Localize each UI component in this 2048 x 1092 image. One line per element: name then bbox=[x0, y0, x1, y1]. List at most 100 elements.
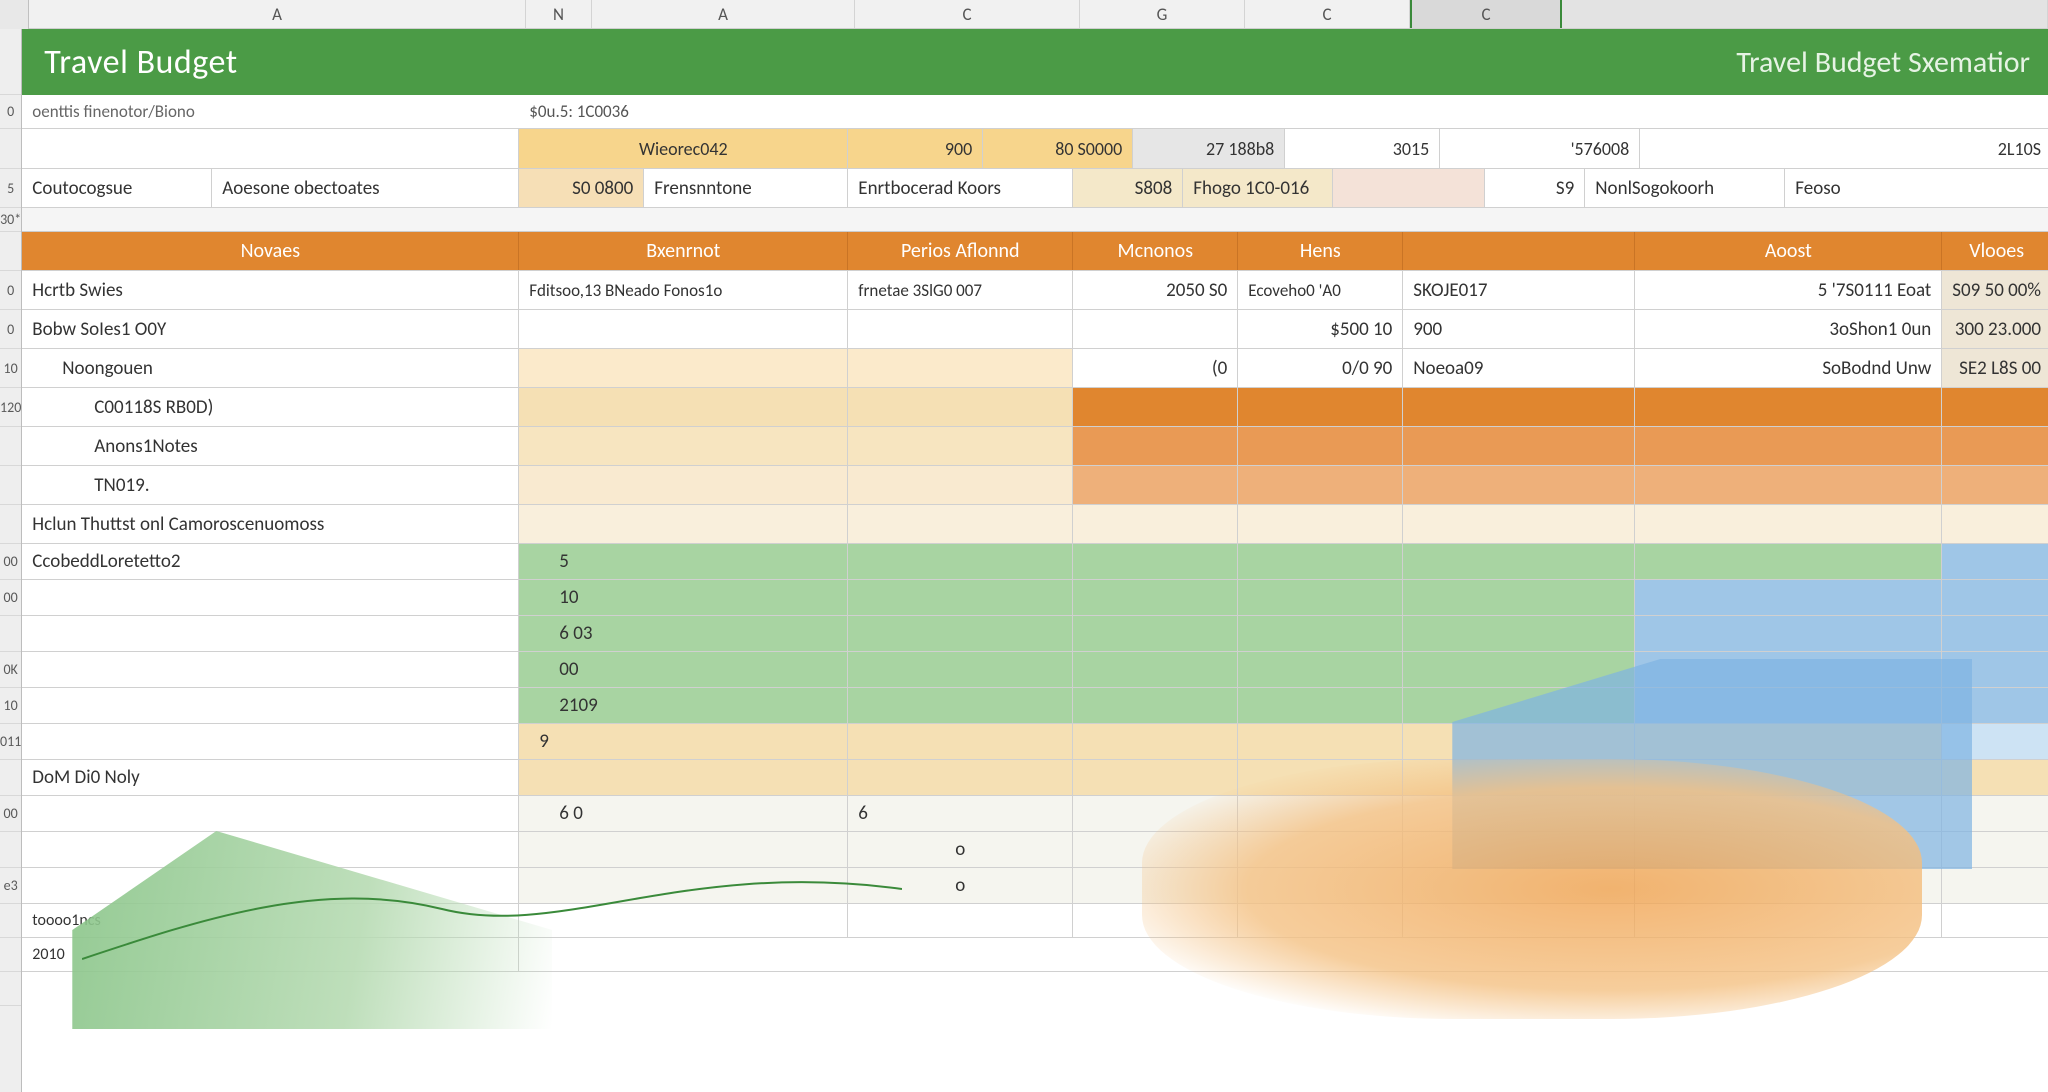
th-col8[interactable]: Vlooes bbox=[1942, 232, 2048, 270]
cell[interactable] bbox=[848, 505, 1073, 543]
cell[interactable] bbox=[1073, 760, 1238, 795]
cell[interactable]: 9 bbox=[519, 724, 848, 759]
cell[interactable]: Anons1Notes bbox=[22, 427, 519, 465]
row-header[interactable]: 5 bbox=[0, 169, 21, 208]
cell[interactable] bbox=[1942, 652, 2048, 687]
cell[interactable] bbox=[1403, 388, 1635, 426]
col-header-F[interactable]: C bbox=[1245, 0, 1410, 28]
cell[interactable] bbox=[1238, 616, 1403, 651]
cell[interactable] bbox=[1403, 904, 1635, 937]
cell[interactable]: S09 50 00% bbox=[1942, 271, 2048, 309]
label-e[interactable]: Enrtbocerad Koors bbox=[848, 169, 1073, 207]
th-col3[interactable]: Perios Aflonnd bbox=[848, 232, 1073, 270]
cell[interactable] bbox=[848, 466, 1073, 504]
cell[interactable] bbox=[519, 349, 848, 387]
row-header[interactable] bbox=[0, 832, 21, 868]
meta-left[interactable]: oenttis finenotor/Biono bbox=[22, 95, 519, 128]
th-col2[interactable]: Bxenrnot bbox=[519, 232, 848, 270]
cell[interactable] bbox=[848, 95, 2048, 128]
cell[interactable] bbox=[848, 652, 1073, 687]
cell[interactable]: (0 bbox=[1073, 349, 1238, 387]
cell[interactable] bbox=[1238, 580, 1403, 615]
cell[interactable]: 2109 bbox=[519, 688, 848, 723]
th-col7[interactable]: Aoost bbox=[1635, 232, 1942, 270]
cell[interactable] bbox=[1238, 688, 1403, 723]
col-header-G[interactable]: C bbox=[1410, 0, 1562, 28]
cell[interactable] bbox=[1238, 544, 1403, 579]
cell[interactable] bbox=[1073, 616, 1238, 651]
cell[interactable]: Noongouen bbox=[22, 349, 519, 387]
cell[interactable] bbox=[848, 688, 1073, 723]
label-d[interactable]: Frensnntone bbox=[644, 169, 848, 207]
label-b[interactable]: Aoesone obectoates bbox=[212, 169, 519, 207]
cell[interactable] bbox=[1073, 796, 1238, 831]
cell[interactable] bbox=[1635, 388, 1942, 426]
cell[interactable] bbox=[1073, 688, 1238, 723]
cell[interactable] bbox=[848, 616, 1073, 651]
cell[interactable]: 3oShon1 0un bbox=[1635, 310, 1942, 348]
row-header[interactable]: 120 bbox=[0, 388, 21, 427]
cell[interactable] bbox=[1942, 796, 2048, 831]
cell[interactable] bbox=[1238, 505, 1403, 543]
cell[interactable] bbox=[1403, 724, 1635, 759]
th-col4[interactable]: Mcnonos bbox=[1073, 232, 1238, 270]
cell[interactable] bbox=[1073, 904, 1238, 937]
cell[interactable] bbox=[1403, 427, 1635, 465]
cell[interactable] bbox=[1403, 544, 1635, 579]
cell[interactable] bbox=[1942, 724, 2048, 759]
cell[interactable] bbox=[1942, 505, 2048, 543]
cell[interactable] bbox=[1238, 724, 1403, 759]
cell[interactable] bbox=[1942, 580, 2048, 615]
cell[interactable]: 5 bbox=[519, 544, 848, 579]
row-header[interactable] bbox=[0, 232, 21, 271]
cell[interactable] bbox=[1403, 868, 1635, 903]
select-all-corner[interactable] bbox=[0, 0, 29, 29]
cell[interactable] bbox=[1238, 832, 1403, 867]
cell[interactable] bbox=[519, 388, 848, 426]
cell[interactable] bbox=[1942, 544, 2048, 579]
cell[interactable] bbox=[1238, 652, 1403, 687]
cell[interactable] bbox=[1073, 868, 1238, 903]
row-header[interactable]: e3 bbox=[0, 868, 21, 904]
cell[interactable] bbox=[22, 652, 519, 687]
label-c[interactable]: S0 0800 bbox=[519, 169, 644, 207]
cell[interactable]: frnetae 3SlG0 007 bbox=[848, 271, 1073, 309]
row-header[interactable] bbox=[0, 29, 21, 95]
summary-v2[interactable]: 80 S0000 bbox=[983, 129, 1133, 168]
cell[interactable] bbox=[1403, 652, 1635, 687]
summary-v5[interactable]: '576008 bbox=[1440, 129, 1640, 168]
cell[interactable] bbox=[22, 616, 519, 651]
cell[interactable] bbox=[848, 760, 1073, 795]
cell[interactable] bbox=[1403, 796, 1635, 831]
th-col6[interactable] bbox=[1403, 232, 1635, 270]
meta-right[interactable]: $0u.5: 1C0036 bbox=[519, 95, 848, 128]
cell[interactable] bbox=[1635, 466, 1942, 504]
cell[interactable] bbox=[1073, 388, 1238, 426]
cell[interactable] bbox=[22, 724, 519, 759]
cell[interactable] bbox=[1635, 427, 1942, 465]
cell[interactable]: 6 0 bbox=[519, 796, 848, 831]
cell[interactable] bbox=[519, 505, 848, 543]
cell[interactable] bbox=[1942, 388, 2048, 426]
cell[interactable] bbox=[1635, 796, 1942, 831]
cell[interactable] bbox=[1635, 544, 1942, 579]
summary-label[interactable]: Wieorec042 bbox=[519, 129, 848, 168]
row-header[interactable] bbox=[0, 972, 21, 1006]
summary-v4[interactable]: 3015 bbox=[1285, 129, 1440, 168]
cell[interactable] bbox=[1635, 652, 1942, 687]
label-f[interactable]: S808 bbox=[1073, 169, 1183, 207]
cell[interactable] bbox=[1635, 505, 1942, 543]
cell[interactable] bbox=[1403, 760, 1635, 795]
cell[interactable]: 0/0 90 bbox=[1238, 349, 1403, 387]
th-col5[interactable]: Hens bbox=[1238, 232, 1403, 270]
cell[interactable]: SKOJE017 bbox=[1403, 271, 1635, 309]
row-header[interactable]: 10 bbox=[0, 688, 21, 724]
label-h-sel[interactable] bbox=[1333, 169, 1485, 207]
row-header[interactable]: 0 bbox=[0, 310, 21, 349]
cell[interactable] bbox=[1238, 868, 1403, 903]
cell[interactable]: Noeoa09 bbox=[1403, 349, 1635, 387]
cell[interactable] bbox=[22, 129, 519, 168]
cell[interactable] bbox=[1635, 904, 1942, 937]
cell[interactable]: 6 03 bbox=[519, 616, 848, 651]
col-header-D[interactable]: C bbox=[855, 0, 1080, 28]
